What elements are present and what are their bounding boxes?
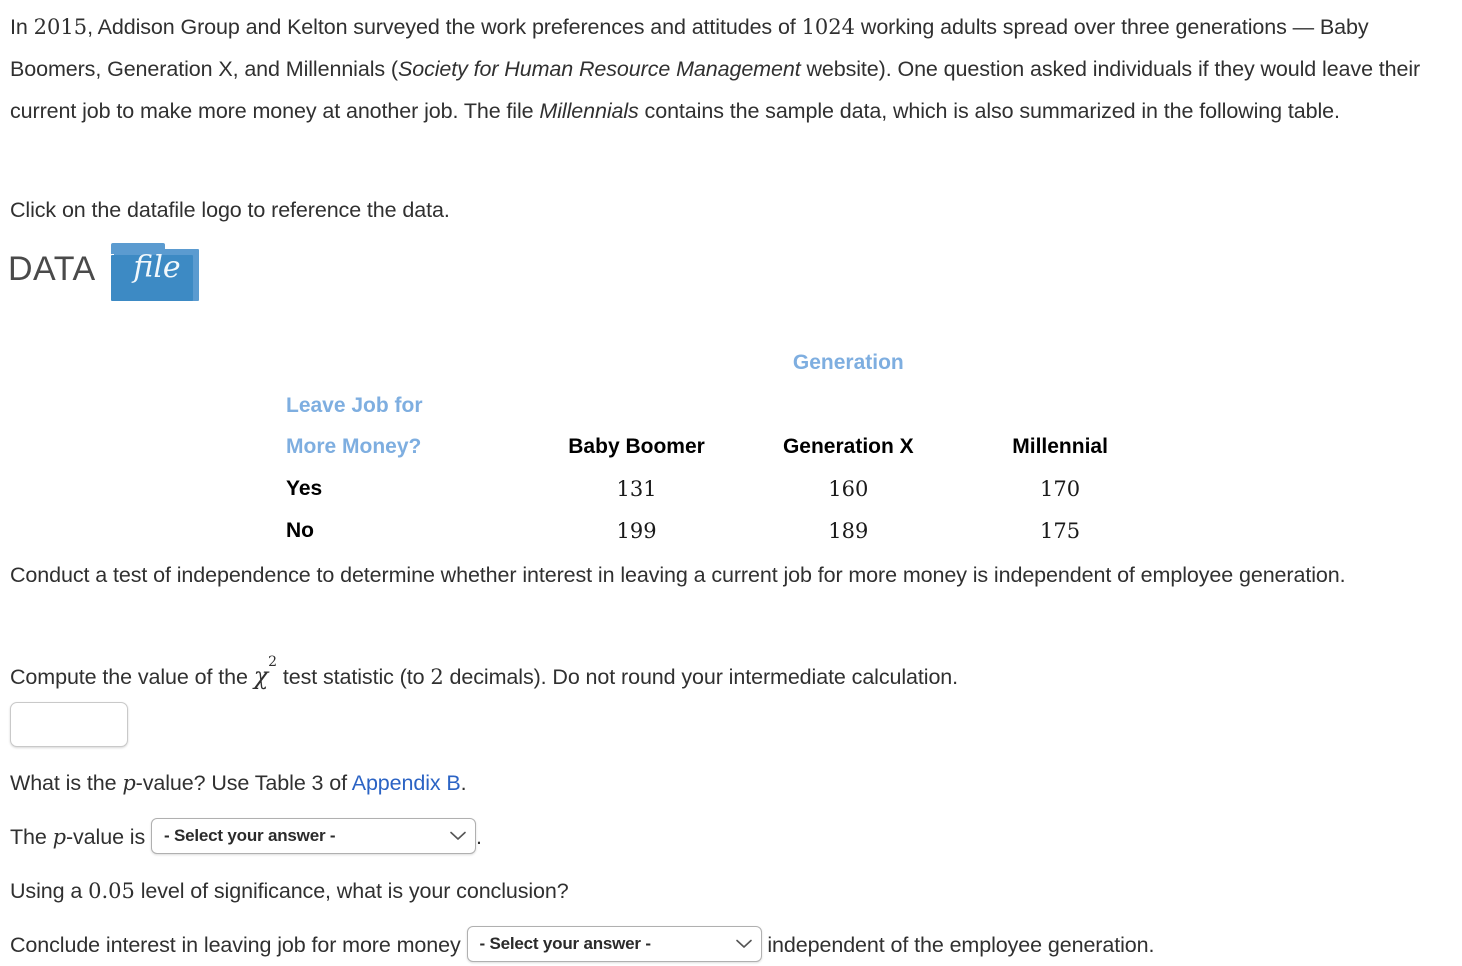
compute-text-2: test statistic (to <box>276 665 431 689</box>
table-row: Yes 131 160 170 <box>286 459 1166 501</box>
summary-table: Generation Leave Job for More Money? Bab… <box>286 333 1166 543</box>
table-row-header-line1: Leave Job for <box>286 377 1166 418</box>
pvalue-answer-line: The p-value is - Select your answer -. <box>10 817 910 857</box>
spacer-cell-1 <box>531 377 743 418</box>
pvalue-select-value: - Select your answer - <box>164 826 336 846</box>
chevron-down-icon <box>735 939 752 949</box>
compute-text-1: Compute the value of the <box>10 665 254 689</box>
pvalue-question-text-3: . <box>460 771 467 795</box>
cell-yes-baby-boomer: 131 <box>616 477 657 501</box>
empty-corner-cell <box>286 333 531 377</box>
column-header-baby-boomer: Baby Boomer <box>568 435 705 458</box>
intro-text-1: In <box>10 15 34 39</box>
spacer-cell-3 <box>954 377 1166 418</box>
cell-yes-generation-x: 160 <box>828 477 869 501</box>
decimals-count: 2 <box>430 665 444 689</box>
intro-paragraph: In 2015, Addison Group and Kelton survey… <box>10 6 1454 132</box>
conclusion-select[interactable]: - Select your answer - <box>466 926 762 963</box>
cell-no-millennial: 175 <box>1040 519 1081 543</box>
conclusion-line: Conclude interest in leaving job for mor… <box>10 925 1454 965</box>
conclusion-text-1: Conclude interest in leaving job for mor… <box>10 933 467 957</box>
pvalue-answer-text-3: . <box>476 825 482 849</box>
pvalue-select[interactable]: - Select your answer - <box>151 818 477 855</box>
chevron-down-icon <box>450 831 466 841</box>
folder-label: file <box>133 250 181 285</box>
compute-statistic-paragraph: Compute the value of the χ2 test statist… <box>10 650 1310 698</box>
significance-paragraph: Using a 0.05 level of significance, what… <box>10 870 1010 912</box>
intro-text-2: , Addison Group and Kelton surveyed the … <box>87 15 802 39</box>
chi-exponent: 2 <box>268 653 277 670</box>
pvalue-answer-text-1: The <box>10 825 53 849</box>
row-label-no: No <box>286 519 314 542</box>
significance-text-1: Using a <box>10 879 89 903</box>
column-header-millennial: Millennial <box>1012 435 1108 458</box>
row-header-line2: More Money? <box>286 435 422 458</box>
column-header-generation-x: Generation X <box>782 435 914 458</box>
compute-text-3: decimals). Do not round your intermediat… <box>443 665 959 689</box>
spacer-cell-2 <box>742 377 954 418</box>
conclusion-text-2: independent of the employee generation. <box>761 933 1155 957</box>
table-row-column-headers: More Money? Baby Boomer Generation X Mil… <box>286 418 1166 459</box>
p-symbol: p <box>52 825 66 849</box>
datafile-logo[interactable]: DATA file <box>8 240 208 302</box>
chi-squared-symbol: χ2 <box>253 654 277 690</box>
conclusion-select-value: - Select your answer - <box>479 934 652 954</box>
contingency-table: Generation Leave Job for More Money? Bab… <box>286 333 1166 543</box>
row-header-line1: Leave Job for <box>286 394 423 417</box>
cell-yes-millennial: 170 <box>1040 477 1081 501</box>
appendix-b-link[interactable]: Appendix B <box>352 771 461 795</box>
cell-no-baby-boomer: 199 <box>616 519 657 543</box>
datafile-name: Millennials <box>539 99 639 123</box>
alpha-level: 0.05 <box>88 879 135 903</box>
folder-icon: file <box>111 243 199 301</box>
datafile-logo-text: DATA <box>8 250 96 288</box>
row-label-yes: Yes <box>286 477 323 500</box>
pvalue-question-text-1: What is the <box>10 771 123 795</box>
survey-year: 2015 <box>33 15 88 39</box>
p-symbol: p <box>122 771 136 795</box>
source-name: Society for Human Resource Management <box>397 57 801 81</box>
pvalue-answer-text-2: -value is <box>65 825 152 849</box>
group-header-generation: Generation <box>792 351 904 374</box>
conduct-test-paragraph: Conduct a test of independence to determ… <box>10 563 1346 587</box>
datafile-instruction: Click on the datafile logo to reference … <box>10 198 450 222</box>
significance-text-2: level of significance, what is your conc… <box>134 879 569 903</box>
chi-square-answer-input[interactable] <box>10 702 128 747</box>
cell-no-generation-x: 189 <box>828 519 869 543</box>
sample-size: 1024 <box>801 15 856 39</box>
question-page: In 2015, Addison Group and Kelton survey… <box>0 0 1462 966</box>
table-row: No 199 189 175 <box>286 501 1166 543</box>
pvalue-question-paragraph: What is the p-value? Use Table 3 of Appe… <box>10 762 910 804</box>
intro-text-5: contains the sample data, which is also … <box>638 99 1340 123</box>
table-row-group-header: Generation <box>286 333 1166 377</box>
pvalue-question-text-2: -value? Use Table 3 of <box>135 771 352 795</box>
chi-glyph: χ <box>253 662 269 690</box>
